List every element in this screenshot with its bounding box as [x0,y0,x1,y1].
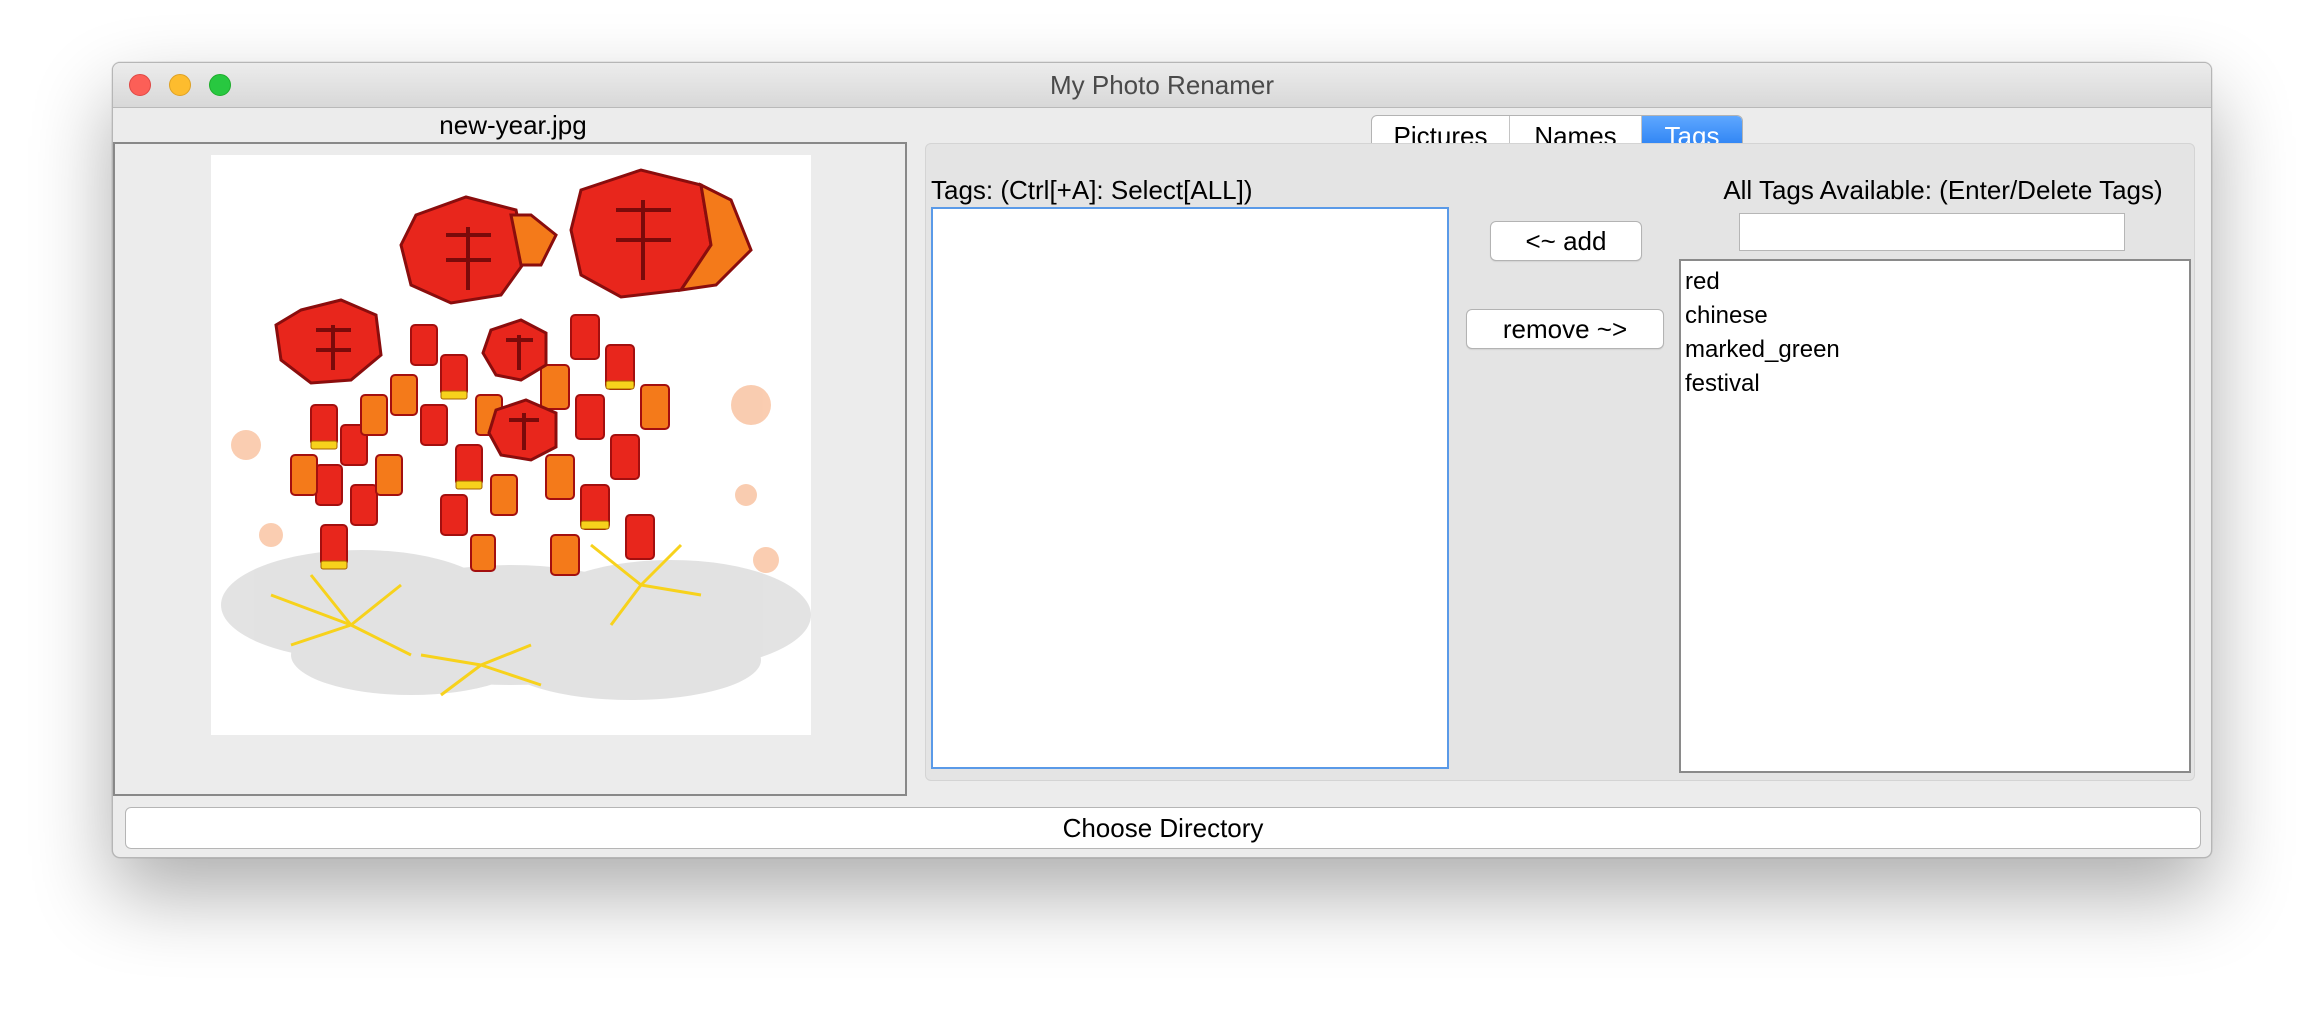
image-filename: new-year.jpg [439,110,587,140]
tag-entry-input[interactable] [1739,213,2125,251]
firecrackers-illustration [221,168,811,700]
list-item[interactable]: marked_green [1681,333,2189,367]
tags-label: Tags: (Ctrl[+A]: Select[ALL]) [931,175,1253,205]
available-tags-label: All Tags Available: (Enter/Delete Tags) [1723,175,2163,205]
list-item[interactable]: chinese [1681,299,2189,333]
preview-image [211,155,811,735]
available-tags-list[interactable]: red chinese marked_green festival [1679,259,2191,773]
choose-directory-button[interactable]: Choose Directory [125,807,2201,849]
image-preview-panel [113,142,907,796]
remove-tag-button[interactable]: remove ~> [1466,309,1664,349]
photo-tags-list[interactable] [931,207,1449,769]
title-bar: My Photo Renamer [113,63,2211,108]
app-window: My Photo Renamer new-year.jpg Pictures N… [112,62,2212,858]
add-tag-button[interactable]: <~ add [1490,221,1642,261]
list-item[interactable]: red [1681,265,2189,299]
window-title: My Photo Renamer [1050,70,1274,100]
list-item[interactable]: festival [1681,367,2189,401]
